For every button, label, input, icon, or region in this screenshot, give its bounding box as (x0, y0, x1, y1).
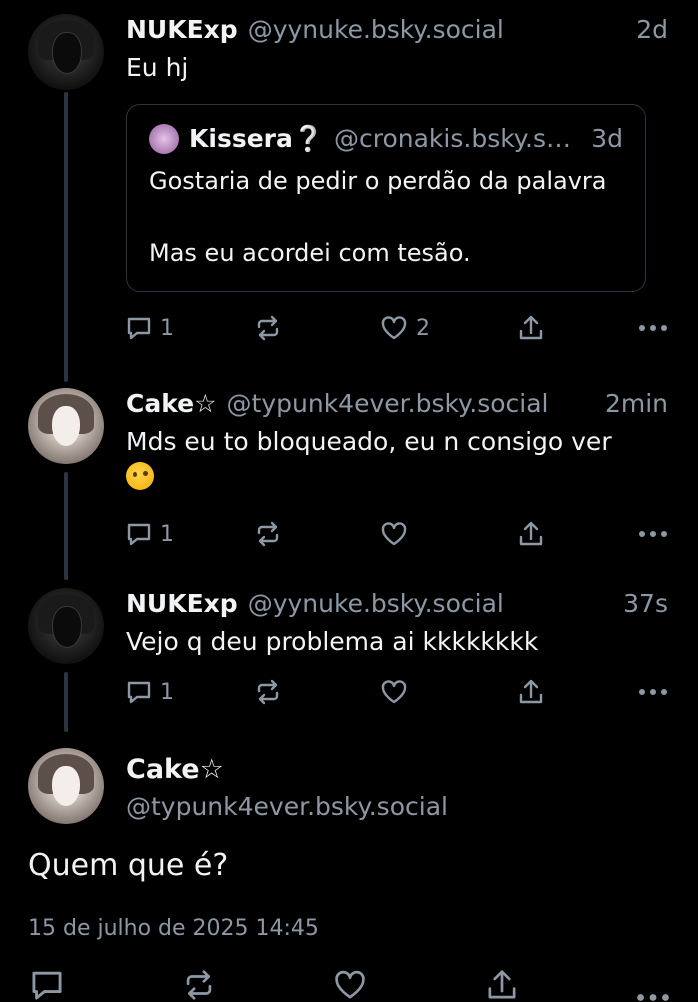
share-icon (519, 315, 543, 340)
quoted-author-handle: @cronakis.bsky.so... (334, 124, 582, 153)
thread-post[interactable]: Cake☆ @typunk4ever.bsky.social 2min Mds … (0, 388, 698, 554)
more-icon[interactable] (636, 968, 670, 1002)
repost-icon[interactable] (182, 968, 216, 1002)
more-icon (639, 689, 667, 695)
author-handle[interactable]: @yynuke.bsky.social (248, 14, 504, 46)
post-text: Vejo q deu problema ai kkkkkkkk (126, 627, 539, 656)
like-count: 2 (416, 315, 430, 341)
repost-button[interactable] (254, 679, 380, 705)
avatar[interactable] (28, 388, 104, 464)
share-button[interactable] (518, 314, 628, 342)
post-actions: 1 2 (126, 308, 668, 348)
author-handle[interactable]: @yynuke.bsky.social (248, 588, 504, 620)
reply-icon (127, 317, 151, 340)
heart-icon (381, 316, 407, 340)
like-button[interactable]: 2 (380, 315, 518, 341)
post-time[interactable]: 2min (593, 388, 668, 420)
more-icon (639, 531, 667, 537)
share-button[interactable] (518, 678, 628, 706)
reply-icon[interactable] (30, 968, 64, 1002)
author-handle[interactable]: @typunk4ever.bsky.social (227, 388, 549, 420)
more-icon (639, 325, 667, 331)
post-date: 15 de julho de 2025 14:45 (28, 916, 319, 941)
more-options-button[interactable] (638, 688, 668, 696)
share-icon[interactable] (485, 968, 519, 1002)
reply-button[interactable]: 1 (126, 315, 254, 341)
author-name[interactable]: NUKExp (126, 14, 238, 46)
post-text: Eu hj (126, 53, 189, 82)
reply-count: 1 (160, 521, 174, 547)
avatar[interactable] (28, 14, 104, 90)
post-time[interactable]: 37s (611, 588, 668, 620)
repost-button[interactable] (254, 315, 380, 341)
quoted-author-name: Kissera❔ (189, 124, 324, 153)
post-text: Quem que é? (28, 848, 229, 883)
heart-icon[interactable] (333, 968, 367, 1002)
quoted-post-text: Gostaria de pedir o perdão da palavra Ma… (149, 167, 607, 267)
thread-post[interactable]: NUKExp @yynuke.bsky.social 2d Eu hj Kiss… (0, 14, 698, 348)
avatar[interactable] (28, 588, 104, 664)
quoted-post[interactable]: Kissera❔ @cronakis.bsky.so... 3d Gostari… (126, 104, 646, 292)
share-button[interactable] (518, 520, 628, 548)
thread-post[interactable]: NUKExp @yynuke.bsky.social 37s Vejo q de… (0, 588, 698, 712)
reply-count: 1 (160, 315, 174, 341)
post-actions (30, 968, 670, 1002)
quoted-post-time: 3d (591, 124, 623, 153)
repost-button[interactable] (254, 521, 380, 547)
reply-icon (127, 681, 151, 704)
repost-icon (257, 679, 279, 705)
post-actions: 1 (126, 672, 668, 712)
post-time[interactable]: 2d (624, 14, 668, 46)
share-icon (519, 521, 543, 546)
reply-button[interactable]: 1 (126, 679, 254, 705)
heart-icon (381, 522, 407, 546)
reply-button[interactable]: 1 (126, 521, 254, 547)
repost-icon (257, 521, 279, 547)
more-options-button[interactable] (638, 530, 668, 538)
post-actions: 1 (126, 514, 668, 554)
author-name[interactable]: Cake☆ (126, 754, 224, 785)
reply-icon (127, 523, 151, 546)
post-text: Mds eu to bloqueado, eu n consigo ver (126, 424, 668, 496)
author-handle[interactable]: @typunk4ever.bsky.social (126, 792, 448, 821)
raised-eyebrow-emoji-icon (126, 462, 154, 490)
post-text-content: Mds eu to bloqueado, eu n consigo ver (126, 427, 612, 456)
like-button[interactable] (380, 679, 518, 705)
avatar[interactable] (28, 748, 104, 824)
heart-icon (381, 680, 407, 704)
more-options-button[interactable] (638, 324, 668, 332)
author-name[interactable]: Cake☆ (126, 388, 217, 420)
author-name[interactable]: NUKExp (126, 588, 238, 620)
like-button[interactable] (380, 521, 518, 547)
repost-icon (257, 315, 279, 341)
share-icon (519, 679, 543, 704)
reply-count: 1 (160, 679, 174, 705)
quoted-avatar (149, 124, 179, 154)
